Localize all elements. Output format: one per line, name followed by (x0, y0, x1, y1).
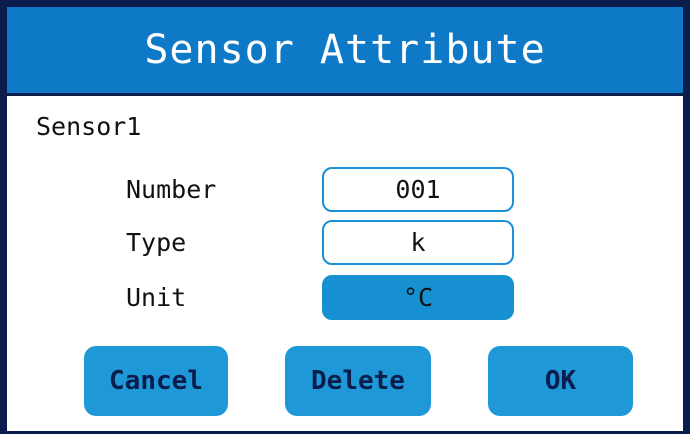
number-field[interactable]: 001 (322, 167, 514, 212)
type-label: Type (126, 228, 187, 257)
delete-button[interactable]: Delete (285, 346, 431, 416)
title-bar: Sensor Attribute (7, 7, 683, 93)
type-field[interactable]: k (322, 220, 514, 265)
unit-label: Unit (126, 283, 187, 312)
sensor-name-label: Sensor1 (36, 112, 142, 141)
dialog-title: Sensor Attribute (144, 27, 546, 73)
cancel-button[interactable]: Cancel (84, 346, 228, 416)
title-divider (7, 93, 683, 96)
number-label: Number (126, 175, 217, 204)
unit-field[interactable]: °C (322, 275, 514, 320)
ok-button[interactable]: OK (488, 346, 633, 416)
